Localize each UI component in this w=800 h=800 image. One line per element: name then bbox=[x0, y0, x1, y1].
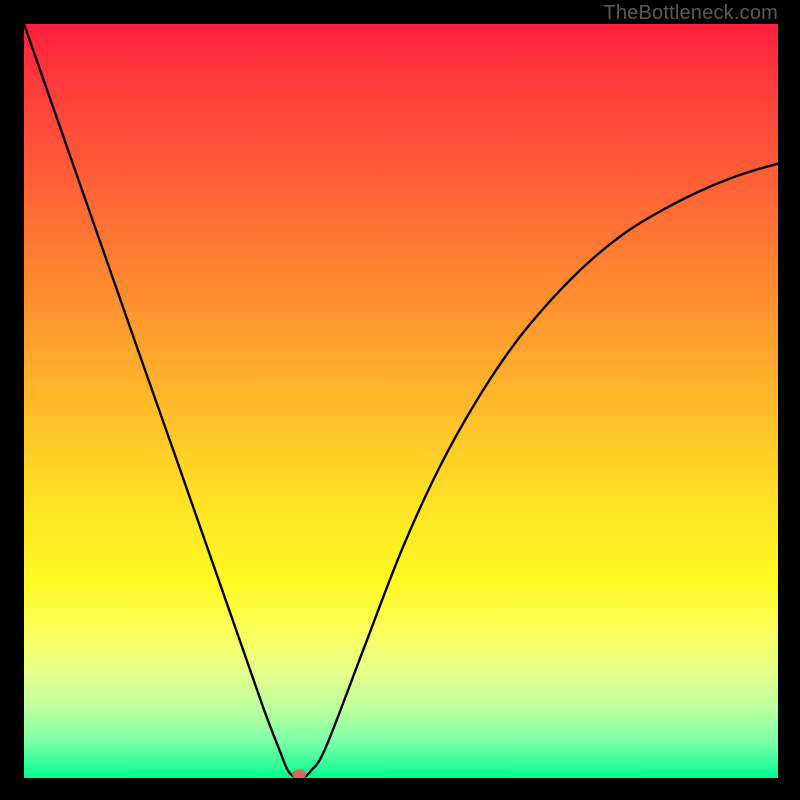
bottleneck-curve bbox=[24, 24, 778, 778]
watermark-text: TheBottleneck.com bbox=[603, 2, 778, 25]
optimal-point-marker bbox=[292, 769, 306, 778]
chart-svg bbox=[24, 24, 778, 778]
chart-plot-area bbox=[24, 24, 778, 778]
